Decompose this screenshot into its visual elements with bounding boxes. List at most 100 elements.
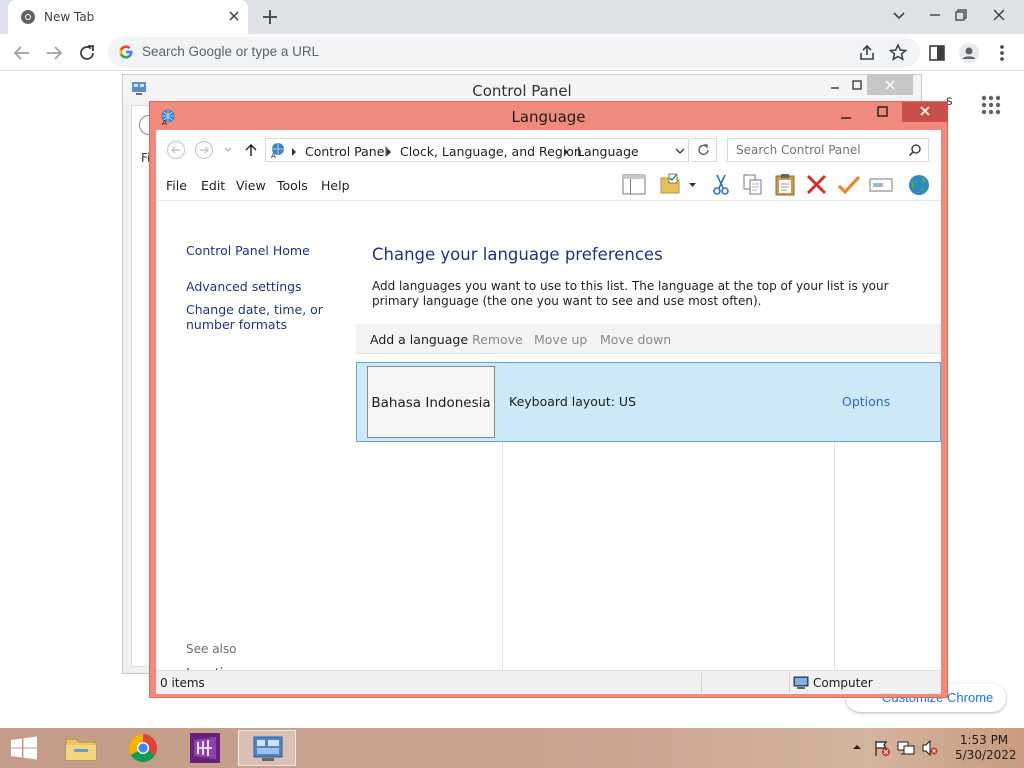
close-window-button[interactable] — [902, 102, 948, 122]
breadcrumb-separator-icon[interactable] — [563, 148, 569, 156]
share-icon[interactable] — [855, 41, 879, 65]
paste-clipboard-icon[interactable] — [772, 173, 798, 197]
visual-studio-taskbar-icon[interactable] — [176, 730, 234, 766]
rename-icon[interactable] — [868, 173, 894, 197]
tab-search-chevron-icon[interactable] — [888, 4, 910, 26]
close-window-icon[interactable] — [988, 4, 1010, 26]
profile-avatar-icon[interactable] — [957, 41, 981, 65]
maximize-icon[interactable] — [851, 79, 863, 91]
page-description: Add languages you want to use to this li… — [372, 279, 889, 308]
folder-options-icon[interactable] — [659, 173, 685, 197]
new-tab-button[interactable] — [260, 7, 280, 27]
network-icon[interactable] — [897, 739, 915, 757]
folder-options-chevron-icon[interactable] — [686, 173, 700, 197]
omnibox[interactable]: Search Google or type a URL — [108, 37, 920, 67]
column-divider — [834, 442, 835, 670]
computer-icon — [793, 675, 809, 691]
action-center-flag-icon[interactable] — [873, 739, 891, 757]
delete-x-icon[interactable] — [804, 173, 830, 197]
chrome-menu-icon[interactable] — [990, 41, 1014, 65]
minimize-icon[interactable] — [924, 4, 946, 26]
move-down-button[interactable]: Move down — [600, 332, 671, 347]
copy-icon[interactable] — [740, 173, 766, 197]
start-button[interactable] — [0, 730, 48, 766]
maximize-icon[interactable] — [875, 105, 891, 119]
taskbar-clock[interactable]: 1:53 PM 5/30/2022 — [955, 733, 1017, 763]
language-window: A Language A Control Panel Clock, Langua… — [149, 101, 948, 698]
change-formats-link[interactable]: Change date, time, or number formats — [186, 302, 356, 332]
column-divider — [502, 442, 503, 670]
volume-muted-icon[interactable] — [921, 739, 939, 757]
language-options-link[interactable]: Options — [842, 394, 890, 409]
refresh-button[interactable] — [691, 138, 717, 162]
close-window-button[interactable] — [867, 75, 913, 95]
control-panel-taskbar-icon[interactable] — [238, 730, 296, 766]
language-window-title: Language — [511, 108, 586, 126]
minimize-icon[interactable] — [829, 79, 841, 91]
add-language-button[interactable]: Add a language — [370, 332, 468, 347]
address-bar-row: A Control Panel Clock, Language, and Reg… — [156, 130, 941, 170]
search-input[interactable] — [728, 139, 906, 161]
language-name: Bahasa Indonesia — [371, 395, 491, 411]
apps-grid-icon[interactable] — [980, 94, 1002, 116]
menu-tools[interactable]: Tools — [277, 178, 308, 193]
breadcrumb-clock-language-region[interactable]: Clock, Language, and Region — [400, 144, 582, 159]
search-control-panel-field[interactable] — [727, 138, 929, 162]
cut-scissors-icon[interactable] — [708, 173, 734, 197]
restore-icon[interactable] — [950, 4, 972, 26]
language-content: Control Panel Home Advanced settings Cha… — [156, 200, 941, 680]
close-tab-icon[interactable] — [226, 8, 242, 24]
chrome-tab-new-tab[interactable]: New Tab — [8, 0, 248, 34]
advanced-settings-link[interactable]: Advanced settings — [186, 279, 302, 294]
language-list-item[interactable]: Bahasa Indonesia Keyboard layout: US Opt… — [356, 362, 941, 442]
language-tile[interactable]: Bahasa Indonesia — [367, 366, 495, 438]
minimize-icon[interactable] — [837, 109, 857, 121]
remove-button[interactable]: Remove — [472, 332, 523, 347]
page-title: Change your language preferences — [372, 245, 663, 264]
file-explorer-taskbar-icon[interactable] — [52, 730, 110, 766]
menu-view[interactable]: View — [236, 178, 266, 193]
reload-icon[interactable] — [75, 41, 99, 65]
address-dropdown-chevron-icon[interactable] — [675, 147, 685, 155]
forward-icon[interactable] — [194, 140, 214, 160]
menu-edit[interactable]: Edit — [201, 178, 225, 193]
control-panel-titlebar: Control Panel — [123, 75, 921, 103]
show-hidden-icons-icon[interactable] — [851, 741, 863, 753]
search-icon[interactable] — [908, 143, 922, 157]
forward-arrow-icon[interactable] — [42, 41, 66, 65]
clock-time: 1:53 PM — [959, 733, 1009, 747]
language-breadcrumb-icon: A — [269, 141, 287, 159]
status-separator — [789, 673, 790, 693]
language-command-bar: Add a language Remove Move up Move down — [356, 324, 941, 354]
status-separator — [701, 673, 702, 693]
omnibox-placeholder: Search Google or type a URL — [142, 44, 320, 59]
layout-pane-icon[interactable] — [621, 173, 647, 197]
move-up-button[interactable]: Move up — [534, 332, 587, 347]
breadcrumb-separator-icon[interactable] — [291, 148, 297, 156]
properties-check-icon[interactable] — [836, 173, 862, 197]
back-icon[interactable] — [166, 140, 186, 160]
status-bar: 0 items Computer — [156, 670, 941, 694]
control-panel-home-link[interactable]: Control Panel Home — [186, 243, 310, 258]
back-arrow-icon[interactable] — [10, 41, 34, 65]
globe-icon[interactable] — [906, 173, 932, 197]
breadcrumb-control-panel[interactable]: Control Panel — [305, 144, 388, 159]
status-item-count: 0 items — [160, 676, 205, 690]
chrome-taskbar-icon[interactable] — [114, 730, 172, 766]
breadcrumb-language[interactable]: Language — [577, 144, 639, 159]
keyboard-layout-text: Keyboard layout: US — [509, 394, 637, 409]
menu-help[interactable]: Help — [321, 178, 350, 193]
clock-date: 5/30/2022 — [955, 748, 1017, 762]
address-breadcrumb[interactable]: A Control Panel Clock, Language, and Reg… — [265, 138, 689, 162]
breadcrumb-separator-icon[interactable] — [386, 148, 392, 156]
control-panel-title: Control Panel — [472, 82, 572, 100]
status-location: Computer — [813, 676, 873, 690]
svg-text:A: A — [271, 152, 276, 159]
up-arrow-icon[interactable] — [243, 142, 259, 158]
menu-file[interactable]: File — [166, 178, 187, 193]
side-panel-icon[interactable] — [925, 41, 949, 65]
language-window-client: A Control Panel Clock, Language, and Reg… — [156, 130, 941, 694]
windows-taskbar: 1:53 PM 5/30/2022 — [0, 728, 1024, 768]
recent-locations-chevron-icon[interactable] — [223, 146, 233, 154]
bookmark-star-icon[interactable] — [886, 41, 910, 65]
